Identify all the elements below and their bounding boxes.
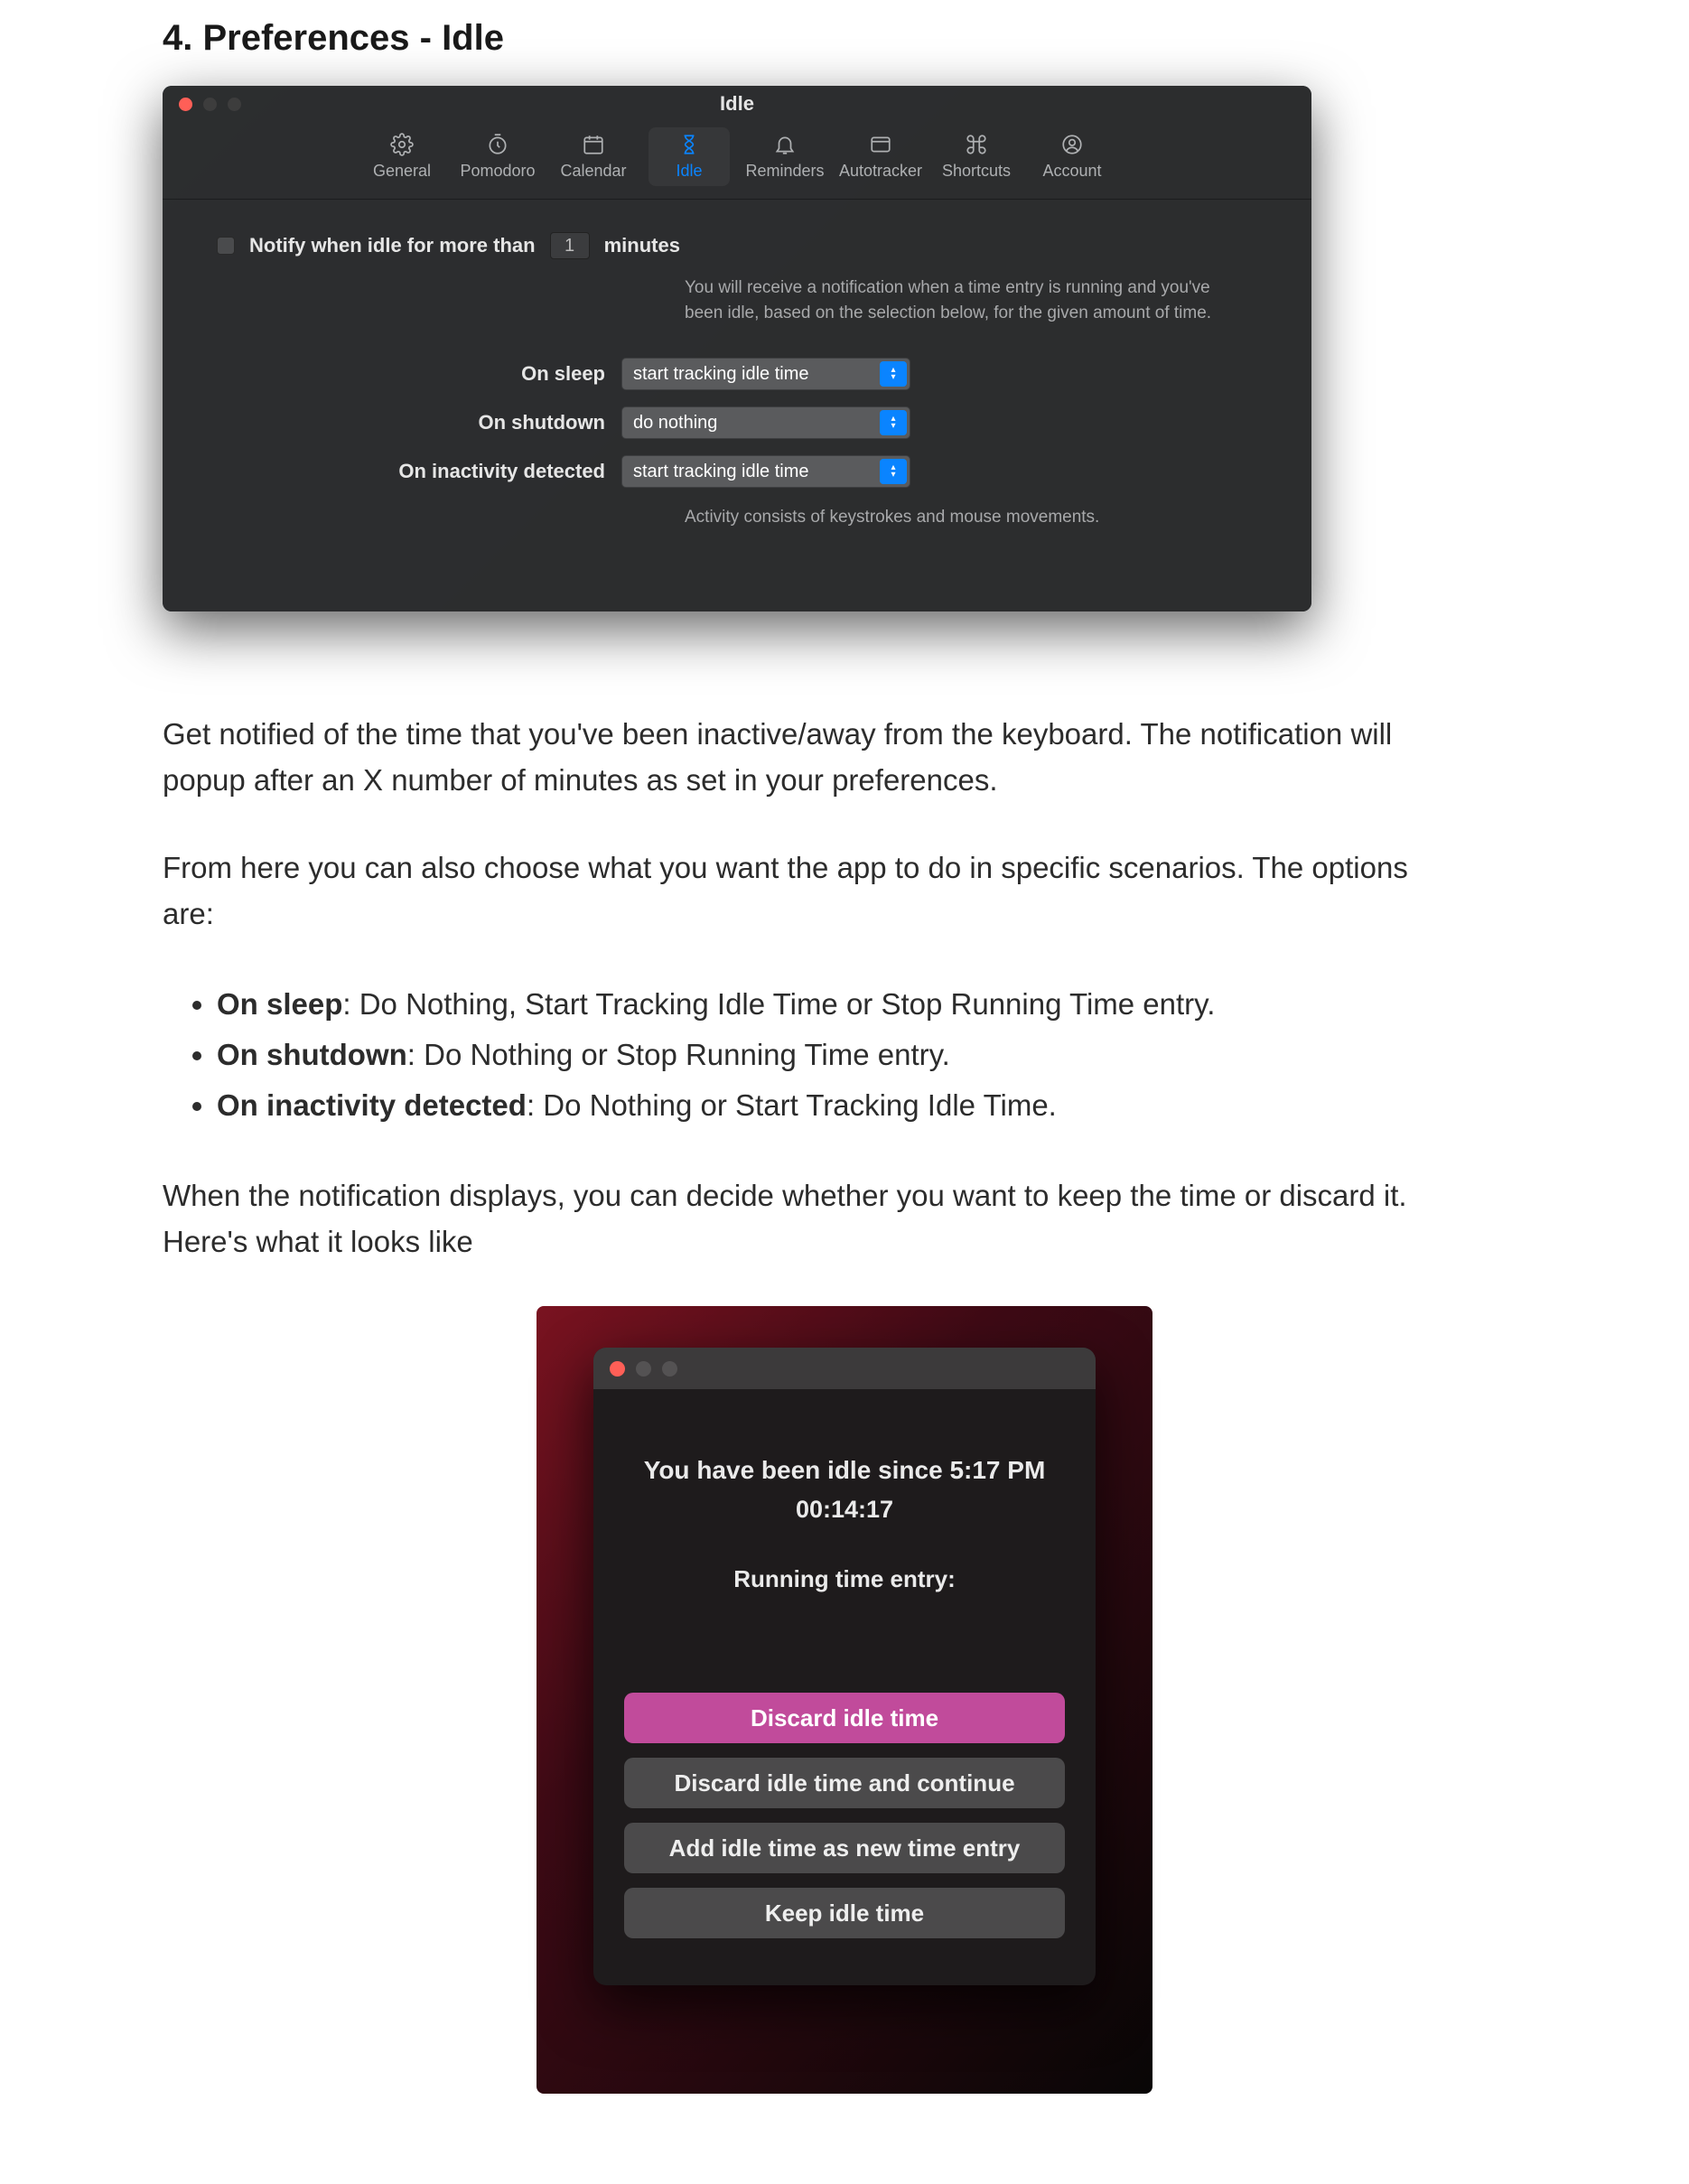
on-inactivity-label: On inactivity detected bbox=[217, 460, 605, 483]
select-value: do nothing bbox=[633, 413, 717, 434]
idle-since-text: You have been idle since 5:17 PM bbox=[624, 1456, 1065, 1485]
zoom-icon bbox=[662, 1361, 677, 1377]
list-item: On shutdown: Do Nothing or Stop Running … bbox=[217, 1030, 1526, 1080]
chevron-updown-icon bbox=[880, 410, 907, 435]
notify-help-text: You will receive a notification when a t… bbox=[685, 275, 1218, 325]
tab-label: General bbox=[373, 162, 431, 181]
calendar-icon bbox=[580, 131, 607, 158]
idle-popup-frame: You have been idle since 5:17 PM 00:14:1… bbox=[537, 1306, 1152, 2094]
discard-continue-button[interactable]: Discard idle time and continue bbox=[624, 1758, 1065, 1808]
timer-icon bbox=[484, 131, 511, 158]
tab-reminders[interactable]: Reminders bbox=[744, 127, 826, 186]
discard-idle-button[interactable]: Discard idle time bbox=[624, 1693, 1065, 1743]
section-heading: 4. Preferences - Idle bbox=[163, 18, 1526, 59]
add-new-entry-button[interactable]: Add idle time as new time entry bbox=[624, 1823, 1065, 1873]
popup-titlebar bbox=[593, 1348, 1096, 1389]
minutes-input[interactable]: 1 bbox=[550, 232, 590, 259]
tab-autotracker[interactable]: Autotracker bbox=[840, 127, 921, 186]
running-entry-text: Running time entry: bbox=[624, 1565, 1065, 1593]
paragraph: When the notification displays, you can … bbox=[163, 1172, 1427, 1265]
on-shutdown-select[interactable]: do nothing bbox=[621, 406, 910, 439]
gear-icon bbox=[388, 131, 415, 158]
tab-label: Pomodoro bbox=[460, 162, 535, 181]
tab-general[interactable]: General bbox=[361, 127, 443, 186]
paragraph: Get notified of the time that you've bee… bbox=[163, 711, 1427, 803]
on-sleep-select[interactable]: start tracking idle time bbox=[621, 358, 910, 390]
window-titlebar: Idle bbox=[163, 86, 1311, 122]
command-icon bbox=[963, 131, 990, 158]
on-inactivity-select[interactable]: start tracking idle time bbox=[621, 455, 910, 488]
window-title: Idle bbox=[163, 92, 1311, 116]
idle-duration-text: 00:14:17 bbox=[624, 1496, 1065, 1524]
close-icon[interactable] bbox=[610, 1361, 625, 1377]
notify-checkbox[interactable] bbox=[217, 237, 235, 255]
chevron-updown-icon bbox=[880, 361, 907, 387]
list-item: On inactivity detected: Do Nothing or St… bbox=[217, 1080, 1526, 1131]
user-icon bbox=[1059, 131, 1086, 158]
tab-label: Account bbox=[1042, 162, 1101, 181]
select-value: start tracking idle time bbox=[633, 462, 809, 482]
paragraph: From here you can also choose what you w… bbox=[163, 845, 1427, 937]
tab-pomodoro[interactable]: Pomodoro bbox=[457, 127, 538, 186]
hourglass-icon bbox=[676, 131, 703, 158]
tab-calendar[interactable]: Calendar bbox=[553, 127, 634, 186]
tab-label: Autotracker bbox=[839, 162, 922, 181]
list-item: On sleep: Do Nothing, Start Tracking Idl… bbox=[217, 979, 1526, 1030]
tab-account[interactable]: Account bbox=[1031, 127, 1113, 186]
idle-popup-window: You have been idle since 5:17 PM 00:14:1… bbox=[593, 1348, 1096, 1985]
notify-label: Notify when idle for more than bbox=[249, 234, 536, 257]
tab-label: Idle bbox=[676, 162, 702, 181]
chevron-updown-icon bbox=[880, 459, 907, 484]
keep-idle-button[interactable]: Keep idle time bbox=[624, 1888, 1065, 1938]
on-shutdown-label: On shutdown bbox=[217, 411, 605, 434]
tab-label: Shortcuts bbox=[942, 162, 1011, 181]
activity-note: Activity consists of keystrokes and mous… bbox=[685, 508, 1257, 527]
notify-row: Notify when idle for more than 1 minutes bbox=[217, 232, 1257, 259]
prefs-toolbar: General Pomodoro Calendar Idle Reminders… bbox=[163, 122, 1311, 200]
select-value: start tracking idle time bbox=[633, 364, 809, 385]
on-sleep-label: On sleep bbox=[217, 362, 605, 386]
window-icon bbox=[867, 131, 894, 158]
notify-suffix: minutes bbox=[604, 234, 680, 257]
minimize-icon bbox=[636, 1361, 651, 1377]
prefs-window: Idle General Pomodoro Calendar Idle Remi… bbox=[163, 86, 1311, 611]
tab-idle[interactable]: Idle bbox=[649, 127, 730, 186]
tab-label: Reminders bbox=[745, 162, 824, 181]
options-list: On sleep: Do Nothing, Start Tracking Idl… bbox=[163, 979, 1526, 1131]
prefs-screenshot-frame: Idle General Pomodoro Calendar Idle Remi… bbox=[163, 86, 1311, 611]
tab-shortcuts[interactable]: Shortcuts bbox=[936, 127, 1017, 186]
tab-label: Calendar bbox=[560, 162, 626, 181]
bell-icon bbox=[771, 131, 798, 158]
